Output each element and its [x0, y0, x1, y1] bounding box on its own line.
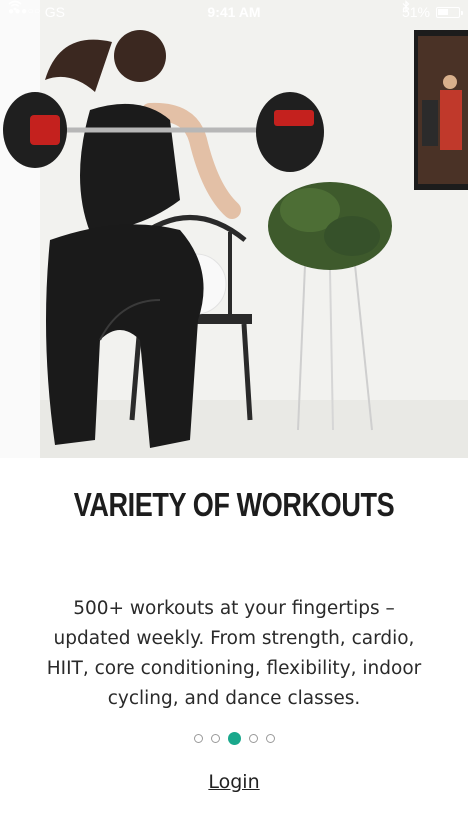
page-dot[interactable] — [193, 734, 203, 743]
page-dot-active[interactable] — [227, 732, 241, 745]
onboarding-title: VARIETY OF WORKOUTS — [73, 486, 395, 523]
hero-photo: ●●●○○ GS 9:41 AM 51% — [0, 0, 468, 458]
page-dot[interactable] — [248, 734, 258, 743]
battery-level — [438, 8, 448, 15]
login-container: Login — [0, 771, 468, 793]
login-link[interactable]: Login — [208, 771, 259, 793]
bluetooth-icon — [402, 0, 410, 13]
page-dot[interactable] — [210, 734, 220, 743]
page-indicator[interactable] — [0, 732, 468, 745]
woman-squatting-with-barbell-photo — [0, 0, 468, 458]
onboarding-description: 500+ workouts at your fingertips – updat… — [46, 598, 422, 709]
battery-icon — [436, 6, 463, 18]
page-dot[interactable] — [265, 734, 275, 743]
status-bar: ●●●○○ GS 9:41 AM 51% — [0, 0, 468, 24]
status-time: 9:41 AM — [207, 4, 261, 20]
